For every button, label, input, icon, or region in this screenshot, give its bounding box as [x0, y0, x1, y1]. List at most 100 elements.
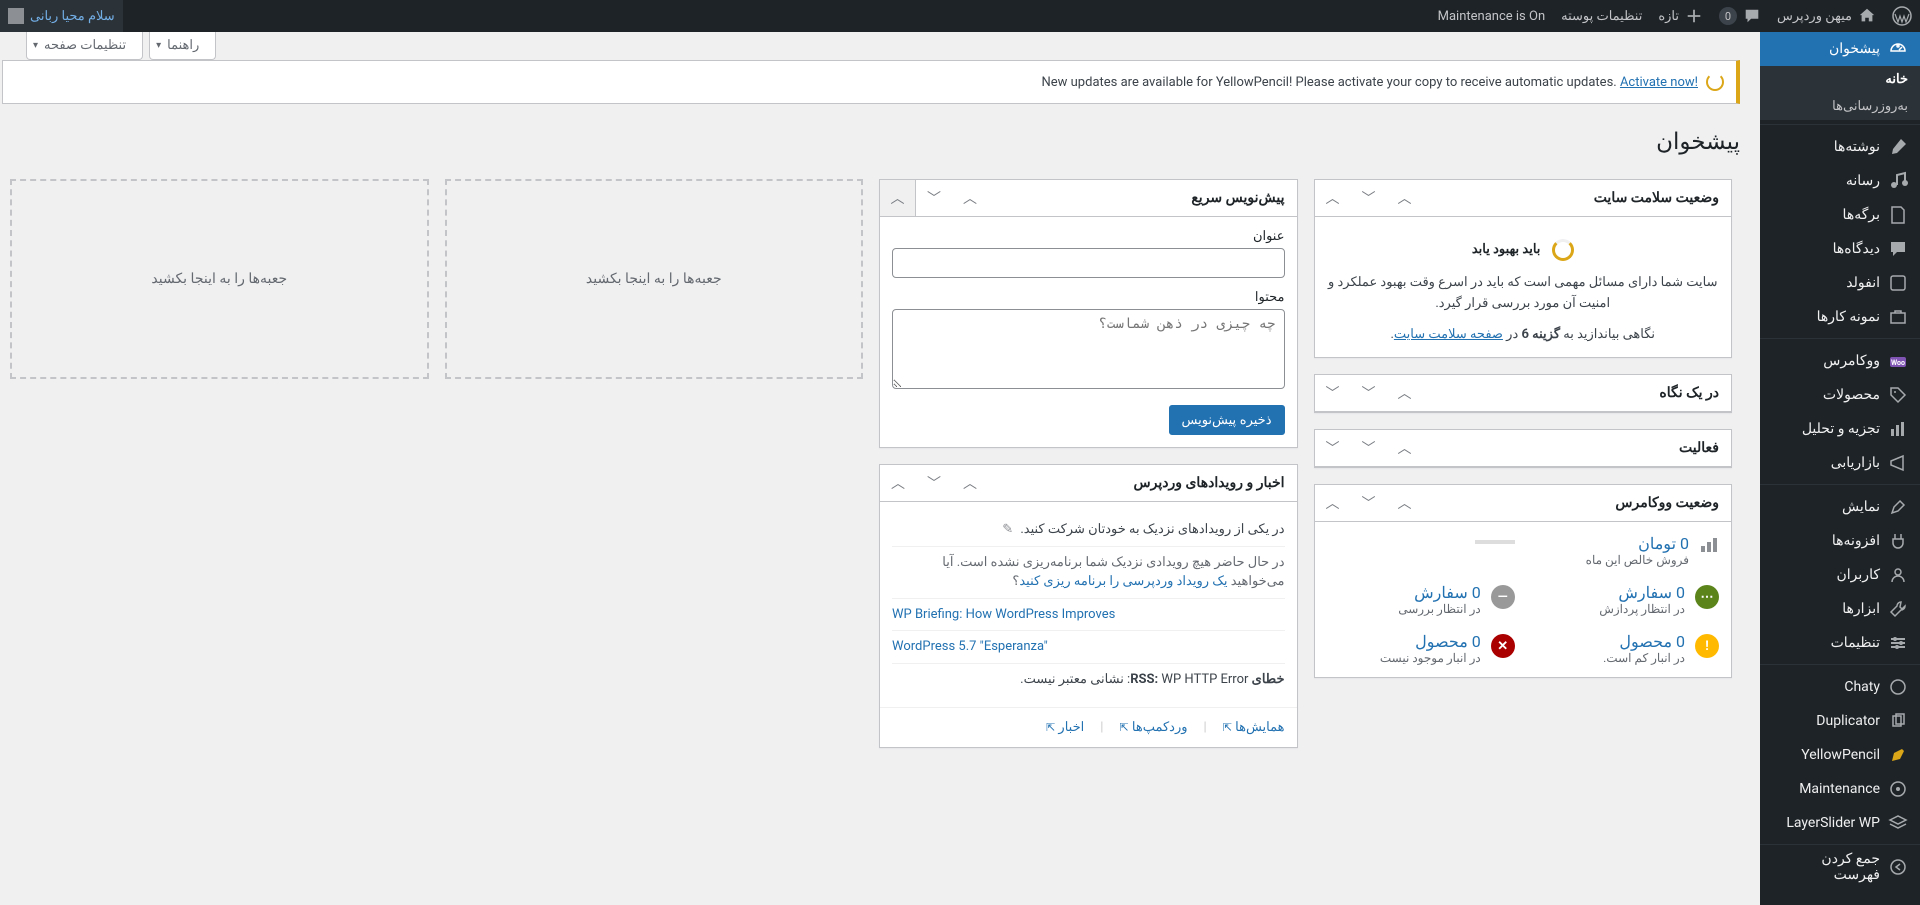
toggle-icon[interactable]: ︿	[1315, 485, 1351, 521]
health-status: باید بهبود یابد	[1472, 242, 1541, 257]
menu-analytics[interactable]: تجزیه و تحلیل	[1760, 412, 1920, 446]
meetups-link[interactable]: همایش‌ها ⇱	[1223, 720, 1285, 735]
news-item-2[interactable]: WordPress 5.7 "Esperanza"	[892, 639, 1048, 654]
comments-count: 0	[1719, 7, 1737, 25]
new-content[interactable]: تازه	[1650, 0, 1711, 32]
menu-chaty[interactable]: Chaty	[1760, 670, 1920, 704]
move-up-icon[interactable]: ︿	[952, 180, 988, 216]
quick-draft-widget: پیش‌نویس سریع ︿ ﹀ ︿ عنوان مح	[879, 179, 1298, 448]
theme-settings-label: تنظیمات پوسته	[1561, 9, 1642, 24]
help-button[interactable]: راهنما	[149, 32, 216, 60]
screen-options-button[interactable]: تنظیمات صفحه	[26, 32, 143, 60]
health-ring-icon	[1552, 239, 1574, 261]
menu-comments[interactable]: دیدگاه‌ها	[1760, 232, 1920, 266]
move-down-icon[interactable]: ﹀	[1351, 180, 1387, 216]
toggle-icon[interactable]: ﹀	[1315, 430, 1351, 466]
maintenance-label: Maintenance is On	[1438, 9, 1545, 24]
theme-settings-link[interactable]: تنظیمات پوسته	[1553, 0, 1650, 32]
move-up-icon[interactable]: ︿	[1387, 430, 1423, 466]
chart-icon	[1699, 534, 1719, 558]
menu-maintenance[interactable]: Maintenance	[1760, 772, 1920, 806]
glance-widget: در یک نگاه ︿ ﹀ ﹀	[1314, 374, 1733, 413]
content-textarea[interactable]	[892, 309, 1285, 389]
submenu-home[interactable]: خانه	[1760, 66, 1920, 93]
submenu-updates[interactable]: به‌روزرسانی‌ها	[1760, 93, 1920, 120]
new-label: تازه	[1658, 9, 1679, 24]
toggle-icon[interactable]: ﹀	[1315, 375, 1351, 411]
title-label: عنوان	[892, 229, 1285, 244]
toggle-icon[interactable]: ︿	[880, 180, 916, 216]
move-up-icon[interactable]: ︿	[1387, 375, 1423, 411]
move-down-icon[interactable]: ﹀	[1351, 430, 1387, 466]
comments-link[interactable]: 0	[1711, 0, 1769, 32]
sparkline	[1475, 540, 1515, 544]
menu-collapse[interactable]: جمع کردن فهرست	[1760, 850, 1920, 884]
site-title-label: میهن وردپرس	[1777, 9, 1852, 24]
menu-woocommerce[interactable]: Woo ووکامرس	[1760, 344, 1920, 378]
activity-widget: فعالیت ︿ ﹀ ﹀	[1314, 429, 1733, 468]
drop-zone-4[interactable]: جعبه‌ها را به اینجا بکشید	[10, 179, 429, 379]
menu-media[interactable]: رسانه	[1760, 164, 1920, 198]
move-down-icon[interactable]: ﹀	[916, 465, 952, 501]
external-icon: ⇱	[1046, 721, 1055, 734]
hold-icon: —	[1491, 585, 1515, 609]
edit-icon[interactable]: ✎	[1002, 520, 1013, 540]
move-down-icon[interactable]: ﹀	[1351, 485, 1387, 521]
news-footer-link[interactable]: اخبار ⇱	[1046, 720, 1084, 735]
wc-out-stock[interactable]: ✕ 0 محصول در انبار موجود نیست	[1327, 632, 1515, 665]
save-draft-button[interactable]: ذخیره پیش‌نویس	[1169, 405, 1285, 435]
avatar	[8, 8, 24, 24]
news-item-1[interactable]: WP Briefing: How WordPress Improves	[892, 607, 1115, 622]
news-widget: اخبار و رویدادهای وردپرس ︿ ﹀ ︿ در یکی از…	[879, 464, 1298, 748]
wordcamps-link[interactable]: وردکمپ‌ها ⇱	[1119, 720, 1187, 735]
quick-draft-title: پیش‌نویس سریع	[1179, 182, 1296, 214]
activate-link[interactable]: Activate now!	[1620, 75, 1698, 90]
move-up-icon[interactable]: ︿	[1387, 485, 1423, 521]
warning-icon: !	[1695, 634, 1719, 658]
menu-enfold[interactable]: انفولد	[1760, 266, 1920, 300]
menu-yellowpencil[interactable]: YellowPencil	[1760, 738, 1920, 772]
update-notice: New updates are available for YellowPenc…	[2, 60, 1740, 104]
menu-marketing[interactable]: بازاریابی	[1760, 446, 1920, 480]
wc-status-title: وضعیت ووکامرس	[1603, 487, 1731, 519]
menu-products[interactable]: محصولات	[1760, 378, 1920, 412]
wc-orders-hold[interactable]: — 0 سفارش در انتظار بررسی	[1327, 583, 1515, 616]
menu-pages[interactable]: برگه‌ها	[1760, 198, 1920, 232]
title-input[interactable]	[892, 248, 1285, 278]
site-name[interactable]: میهن وردپرس	[1769, 0, 1884, 32]
move-down-icon[interactable]: ﹀	[916, 180, 952, 216]
toggle-icon[interactable]: ︿	[1315, 180, 1351, 216]
menu-posts[interactable]: نوشته‌ها	[1760, 130, 1920, 164]
site-health-link[interactable]: صفحه سلامت سایت	[1394, 327, 1503, 342]
organize-event-link[interactable]: یک رویداد وردپرسی را برنامه ریزی کنید	[1019, 574, 1227, 589]
wc-orders-processing[interactable]: ⋯ 0 سفارش در انتظار پردازش	[1531, 583, 1719, 616]
maintenance-link[interactable]: Maintenance is On	[1430, 0, 1553, 32]
my-account[interactable]: سلام محیا ربانی	[0, 0, 123, 32]
attend-text: در یکی از رویدادهای نزدیک به خودتان شرکت…	[1020, 522, 1284, 537]
menu-layerslider[interactable]: LayerSlider WP	[1760, 806, 1920, 840]
greeting-label: سلام محیا ربانی	[30, 9, 115, 24]
menu-appearance[interactable]: نمایش	[1760, 490, 1920, 524]
svg-text:Woo: Woo	[1891, 359, 1905, 367]
wp-logo[interactable]	[1884, 0, 1920, 32]
toggle-icon[interactable]: ︿	[880, 465, 916, 501]
menu-users[interactable]: کاربران	[1760, 558, 1920, 592]
news-title: اخبار و رویدادهای وردپرس	[1122, 467, 1297, 499]
glance-title: در یک نگاه	[1647, 377, 1731, 409]
wc-net-sales[interactable]: 0 تومان فروش خالص این ماه	[1531, 534, 1719, 567]
drop-zone-3[interactable]: جعبه‌ها را به اینجا بکشید	[445, 179, 864, 379]
move-down-icon[interactable]: ﹀	[1351, 375, 1387, 411]
menu-plugins[interactable]: افزونه‌ها	[1760, 524, 1920, 558]
move-up-icon[interactable]: ︿	[952, 465, 988, 501]
wc-low-stock[interactable]: ! 0 محصول در انبار کم است.	[1531, 632, 1719, 665]
update-spinner-icon	[1706, 73, 1724, 91]
menu-portfolio[interactable]: نمونه کارها	[1760, 300, 1920, 334]
health-desc: سایت شما دارای مسائل مهمی است که باید در…	[1327, 273, 1720, 315]
menu-dashboard[interactable]: پیشخوان	[1760, 32, 1920, 66]
external-icon: ⇱	[1119, 721, 1128, 734]
notice-text: New updates are available for YellowPenc…	[1041, 75, 1619, 90]
menu-settings[interactable]: تنظیمات	[1760, 626, 1920, 660]
menu-tools[interactable]: ابزارها	[1760, 592, 1920, 626]
move-up-icon[interactable]: ︿	[1387, 180, 1423, 216]
menu-duplicator[interactable]: Duplicator	[1760, 704, 1920, 738]
